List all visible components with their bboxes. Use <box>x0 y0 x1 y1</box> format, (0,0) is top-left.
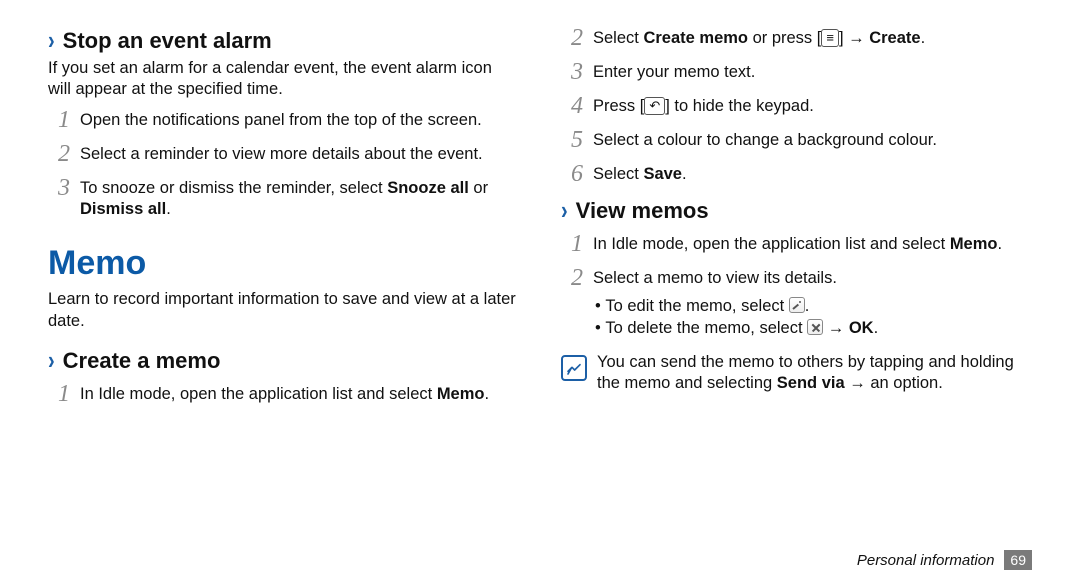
list-item: 3 To snooze or dismiss the reminder, sel… <box>48 178 519 220</box>
list-item: 3 Enter your memo text. <box>561 62 1032 84</box>
left-column: › Stop an event alarm If you set an alar… <box>48 28 519 418</box>
list-item: 2 Select a memo to view its details. • T… <box>561 268 1032 340</box>
right-column: 2 Select Create memo or press [≡] → Crea… <box>561 28 1032 418</box>
footer-section: Personal information <box>857 552 995 569</box>
heading-text: Stop an event alarm <box>63 28 272 54</box>
edit-icon <box>789 297 805 313</box>
step-number: 2 <box>561 266 583 290</box>
step-text: Select Create memo or press [≡] → Create… <box>593 28 1032 49</box>
view-memos-sublist: • To edit the memo, select . • To delete… <box>593 295 1032 340</box>
delete-icon <box>807 319 823 335</box>
list-item: 6 Select Save. <box>561 164 1032 186</box>
list-item: 1 In Idle mode, open the application lis… <box>561 234 1032 256</box>
note-box: You can send the memo to others by tappi… <box>561 352 1032 395</box>
step-text: Press [↶] to hide the keypad. <box>593 96 1032 117</box>
step-text: Select a memo to view its details. • To … <box>593 268 1032 340</box>
list-item: 2 Select a reminder to view more details… <box>48 144 519 166</box>
sublist-item: • To edit the memo, select . <box>593 295 1032 317</box>
step-number: 4 <box>561 94 583 118</box>
page-number: 69 <box>1004 550 1032 570</box>
page-footer: Personal information 69 <box>857 550 1032 570</box>
step-number: 5 <box>561 128 583 152</box>
stop-alarm-steps: 1 Open the notifications panel from the … <box>48 110 519 220</box>
back-key-icon: ↶ <box>644 97 665 115</box>
step-number: 2 <box>48 142 70 166</box>
list-item: 4 Press [↶] to hide the keypad. <box>561 96 1032 118</box>
list-item: 5 Select a colour to change a background… <box>561 130 1032 152</box>
heading-text: Create a memo <box>63 348 221 374</box>
step-text: Enter your memo text. <box>593 62 1032 83</box>
step-number: 2 <box>561 26 583 50</box>
list-item: 1 Open the notifications panel from the … <box>48 110 519 132</box>
chevron-bullet-icon: › <box>561 198 568 224</box>
step-number: 1 <box>48 382 70 406</box>
note-icon <box>561 355 587 381</box>
step-number: 3 <box>561 60 583 84</box>
step-number: 3 <box>48 176 70 200</box>
step-text: To snooze or dismiss the reminder, selec… <box>80 178 519 220</box>
step-text: Select a reminder to view more details a… <box>80 144 519 165</box>
heading-text: View memos <box>576 198 709 224</box>
heading-view-memos: › View memos <box>561 198 1032 224</box>
step-text: In Idle mode, open the application list … <box>593 234 1032 255</box>
stop-alarm-intro: If you set an alarm for a calendar event… <box>48 58 519 100</box>
create-memo-steps-continued: 2 Select Create memo or press [≡] → Crea… <box>561 28 1032 186</box>
step-text: Open the notifications panel from the to… <box>80 110 519 131</box>
step-text: Select Save. <box>593 164 1032 185</box>
heading-create-a-memo: › Create a memo <box>48 348 519 374</box>
list-item: 1 In Idle mode, open the application lis… <box>48 384 519 406</box>
page-columns: › Stop an event alarm If you set an alar… <box>48 28 1032 418</box>
chevron-bullet-icon: › <box>48 348 55 374</box>
heading-stop-an-event-alarm: › Stop an event alarm <box>48 28 519 54</box>
step-number: 1 <box>48 108 70 132</box>
note-text: You can send the memo to others by tappi… <box>597 352 1032 395</box>
step-text: In Idle mode, open the application list … <box>80 384 519 405</box>
view-memos-steps: 1 In Idle mode, open the application lis… <box>561 234 1032 340</box>
menu-key-icon: ≡ <box>821 29 839 47</box>
create-memo-steps: 1 In Idle mode, open the application lis… <box>48 384 519 406</box>
chevron-bullet-icon: › <box>48 28 55 54</box>
step-number: 1 <box>561 232 583 256</box>
memo-intro: Learn to record important information to… <box>48 289 519 331</box>
step-text: Select a colour to change a background c… <box>593 130 1032 151</box>
section-title-memo: Memo <box>48 244 519 283</box>
step-number: 6 <box>561 162 583 186</box>
list-item: 2 Select Create memo or press [≡] → Crea… <box>561 28 1032 50</box>
sublist-item: • To delete the memo, select → OK. <box>593 317 1032 339</box>
